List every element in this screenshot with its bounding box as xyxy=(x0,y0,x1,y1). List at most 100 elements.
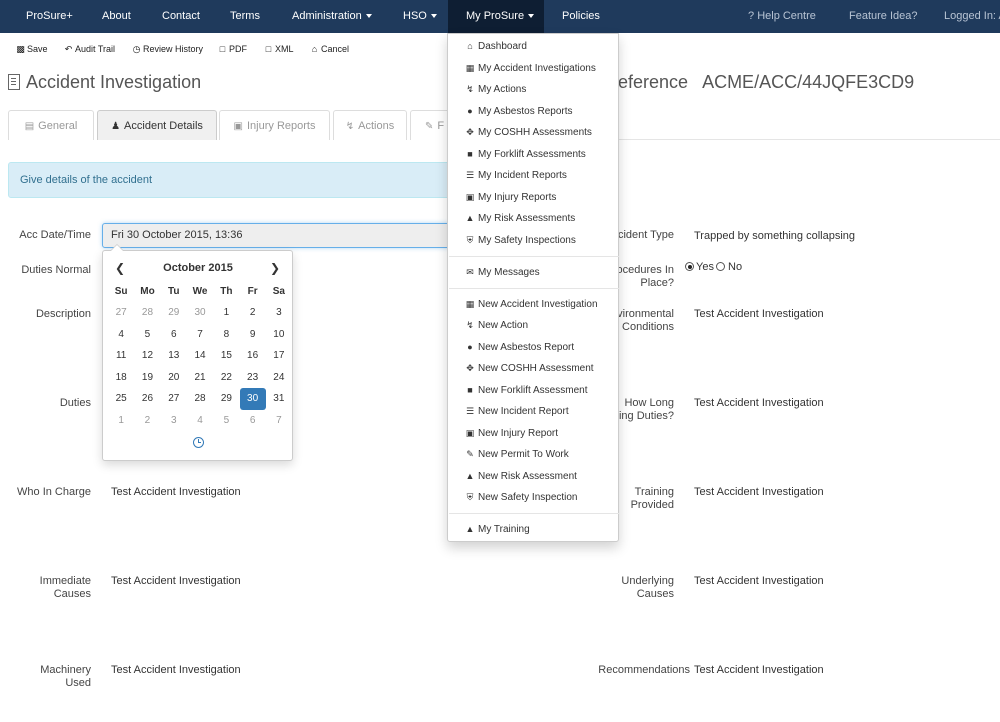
calendar-day[interactable]: 18 xyxy=(108,367,134,389)
immediate-causes-value[interactable]: Test Accident Investigation xyxy=(111,575,241,588)
nav-my-prosure[interactable]: My ProSure xyxy=(448,0,544,33)
training-value[interactable]: Test Accident Investigation xyxy=(694,486,824,499)
review-history-button[interactable]: ◷ Review History xyxy=(132,42,203,56)
clock-icon[interactable] xyxy=(193,437,204,448)
calendar-day[interactable]: 31 xyxy=(266,388,292,410)
who-in-charge-value[interactable]: Test Accident Investigation xyxy=(111,486,241,499)
nav-help-centre[interactable]: ? Help Centre xyxy=(748,0,816,33)
menu-item-new-permit-to-work[interactable]: ✎ New Permit To Work xyxy=(465,448,569,461)
menu-item-dashboard[interactable]: ⌂ Dashboard xyxy=(465,40,527,53)
calendar-day[interactable]: 30 xyxy=(187,302,213,324)
calendar-day[interactable]: 21 xyxy=(187,367,213,389)
calendar-day[interactable]: 23 xyxy=(240,367,266,389)
calendar-day[interactable]: 4 xyxy=(108,324,134,346)
menu-item-new-action[interactable]: ↯ New Action xyxy=(465,319,528,332)
calendar-day[interactable]: 27 xyxy=(108,302,134,324)
calendar-day[interactable]: 7 xyxy=(266,410,292,432)
calendar-day[interactable]: 20 xyxy=(161,367,187,389)
menu-item-my-messages[interactable]: ✉ My Messages xyxy=(465,266,539,279)
menu-item-my-accident-investigations[interactable]: ▦ My Accident Investigations xyxy=(465,62,596,75)
calendar-day[interactable]: 3 xyxy=(161,410,187,432)
environmental-value[interactable]: Test Accident Investigation xyxy=(694,308,824,321)
calendar-day[interactable]: 4 xyxy=(187,410,213,432)
xml-button[interactable]: □ XML xyxy=(264,42,294,56)
calendar-day[interactable]: 25 xyxy=(108,388,134,410)
tab-accident-details[interactable]: ♟ Accident Details xyxy=(97,110,217,140)
calendar-day[interactable]: 19 xyxy=(134,367,160,389)
nav-policies[interactable]: Policies xyxy=(562,0,600,33)
calendar-day[interactable]: 5 xyxy=(213,410,239,432)
calendar-day[interactable]: 29 xyxy=(213,388,239,410)
calendar-day[interactable]: 6 xyxy=(240,410,266,432)
cancel-button[interactable]: ⌂ Cancel xyxy=(310,42,349,56)
calendar-day[interactable]: 5 xyxy=(134,324,160,346)
tab-partial[interactable]: ✎ F xyxy=(410,110,450,140)
tab-actions[interactable]: ↯ Actions xyxy=(333,110,407,140)
pdf-button[interactable]: □ PDF xyxy=(218,42,247,56)
menu-item-my-actions[interactable]: ↯ My Actions xyxy=(465,83,526,96)
calendar-day[interactable]: 1 xyxy=(213,302,239,324)
menu-item-my-coshh-assessments[interactable]: ✥ My COSHH Assessments xyxy=(465,126,592,139)
nav-brand[interactable]: ProSure+ xyxy=(26,0,73,33)
tab-general[interactable]: ▤ General xyxy=(8,110,94,140)
menu-item-new-incident-report[interactable]: ☰ New Incident Report xyxy=(465,405,569,418)
menu-item-my-injury-reports[interactable]: ▣ My Injury Reports xyxy=(465,191,557,204)
calendar-day[interactable]: 7 xyxy=(187,324,213,346)
menu-item-new-risk-assessment[interactable]: ▲ New Risk Assessment xyxy=(465,470,577,483)
save-button[interactable]: ▩ Save xyxy=(16,42,47,56)
calendar-day[interactable]: 17 xyxy=(266,345,292,367)
machinery-used-value[interactable]: Test Accident Investigation xyxy=(111,664,241,677)
next-month-button[interactable]: ❯ xyxy=(265,259,285,277)
nav-about[interactable]: About xyxy=(102,0,131,33)
nav-feature-idea[interactable]: Feature Idea? xyxy=(849,0,918,33)
calendar-day[interactable]: 26 xyxy=(134,388,160,410)
how-long-value[interactable]: Test Accident Investigation xyxy=(694,397,824,410)
menu-item-new-forklift-assessment[interactable]: ■ New Forklift Assessment xyxy=(465,384,587,397)
menu-item-new-accident-investigation[interactable]: ▦ New Accident Investigation xyxy=(465,298,598,311)
calendar-day[interactable]: 28 xyxy=(187,388,213,410)
calendar-day[interactable]: 10 xyxy=(266,324,292,346)
menu-item-my-training[interactable]: ▲ My Training xyxy=(465,523,530,536)
accident-type-value[interactable]: Trapped by something collapsing xyxy=(694,230,855,243)
menu-item-my-incident-reports[interactable]: ☰ My Incident Reports xyxy=(465,169,567,182)
menu-item-new-asbestos-report[interactable]: ● New Asbestos Report xyxy=(465,341,574,354)
underlying-causes-value[interactable]: Test Accident Investigation xyxy=(694,575,824,588)
calendar-day[interactable]: 8 xyxy=(213,324,239,346)
calendar-day[interactable]: 24 xyxy=(266,367,292,389)
calendar-day[interactable]: 15 xyxy=(213,345,239,367)
calendar-day[interactable]: 6 xyxy=(161,324,187,346)
tab-injury-reports[interactable]: ▣ Injury Reports xyxy=(219,110,330,140)
nav-administration[interactable]: Administration xyxy=(292,0,372,33)
menu-item-new-coshh-assessment[interactable]: ✥ New COSHH Assessment xyxy=(465,362,593,375)
nav-contact[interactable]: Contact xyxy=(162,0,200,33)
datepicker-month[interactable]: October 2015 xyxy=(133,259,263,277)
calendar-day[interactable]: 30 xyxy=(239,388,266,410)
audit-trail-button[interactable]: ↶ Audit Trail xyxy=(64,42,115,56)
calendar-day[interactable]: 16 xyxy=(240,345,266,367)
calendar-day[interactable]: 1 xyxy=(108,410,134,432)
calendar-day[interactable]: 27 xyxy=(161,388,187,410)
calendar-day[interactable]: 14 xyxy=(187,345,213,367)
menu-item-my-safety-inspections[interactable]: ⛨ My Safety Inspections xyxy=(465,234,576,247)
calendar-day[interactable]: 29 xyxy=(161,302,187,324)
prev-month-button[interactable]: ❮ xyxy=(110,259,130,277)
procedures-no-radio[interactable] xyxy=(716,262,725,271)
calendar-day[interactable]: 28 xyxy=(134,302,160,324)
calendar-day[interactable]: 9 xyxy=(240,324,266,346)
menu-item-new-injury-report[interactable]: ▣ New Injury Report xyxy=(465,427,558,440)
calendar-day[interactable]: 22 xyxy=(213,367,239,389)
calendar-day[interactable]: 2 xyxy=(134,410,160,432)
calendar-day[interactable]: 2 xyxy=(240,302,266,324)
menu-item-my-risk-assessments[interactable]: ▲ My Risk Assessments xyxy=(465,212,576,225)
nav-hso[interactable]: HSO xyxy=(403,0,437,33)
menu-item-my-forklift-assessments[interactable]: ■ My Forklift Assessments xyxy=(465,148,586,161)
menu-item-my-asbestos-reports[interactable]: ● My Asbestos Reports xyxy=(465,105,572,118)
menu-item-new-safety-inspection[interactable]: ⛨ New Safety Inspection xyxy=(465,491,578,504)
procedures-yes-radio[interactable] xyxy=(685,262,694,271)
calendar-day[interactable]: 3 xyxy=(266,302,292,324)
nav-terms[interactable]: Terms xyxy=(230,0,260,33)
calendar-day[interactable]: 12 xyxy=(134,345,160,367)
nav-logged-in[interactable]: Logged In: A xyxy=(944,0,1000,33)
calendar-day[interactable]: 13 xyxy=(161,345,187,367)
calendar-day[interactable]: 11 xyxy=(108,345,134,367)
